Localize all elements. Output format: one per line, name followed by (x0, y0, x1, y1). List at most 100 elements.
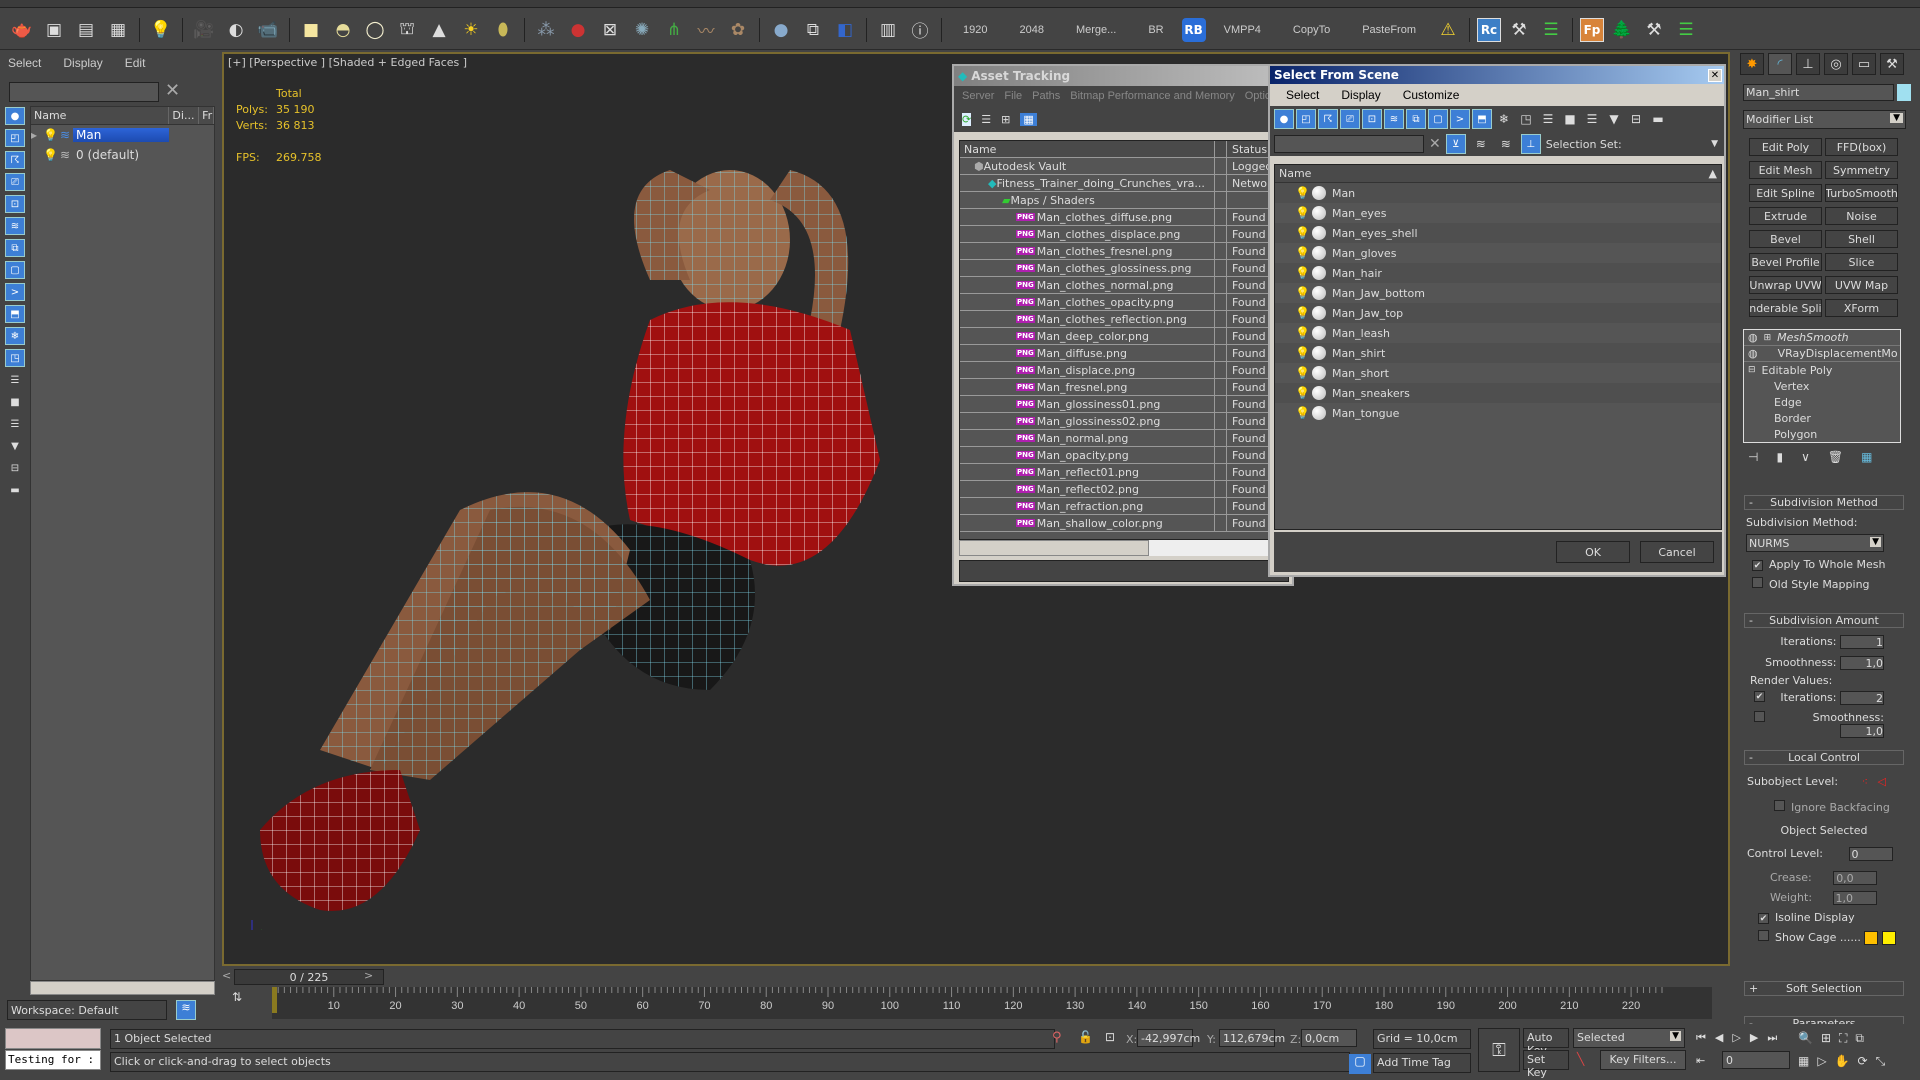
stack-item[interactable]: ⊟ Editable Poly (1744, 362, 1900, 378)
list-icon[interactable]: ☰ (1537, 16, 1565, 44)
containers-filter-icon[interactable]: ⬒ (5, 305, 25, 323)
rollout-header[interactable]: - Subdivision Method (1744, 495, 1904, 510)
bulb-icon[interactable]: 💡 (1295, 366, 1310, 380)
modifier-button[interactable]: Unwrap UVW (1749, 276, 1822, 294)
light-lister-icon[interactable]: 💡 (147, 16, 175, 44)
hidden-filter-icon[interactable]: ◳ (1516, 109, 1536, 129)
modifier-button[interactable]: Bevel Profile (1749, 253, 1822, 271)
z-coordinate-field[interactable]: 0,0cm (1301, 1029, 1357, 1047)
menu-options[interactable]: Optic (1245, 90, 1271, 102)
object-row[interactable]: 💡 Man_short (1275, 363, 1721, 383)
modifier-button[interactable]: Edit Mesh (1749, 161, 1822, 179)
object-row[interactable]: 💡 Man_Jaw_top (1275, 303, 1721, 323)
rollout-header[interactable]: - Subdivision Amount (1744, 613, 1904, 628)
spacewarps-filter-icon[interactable]: ≋ (1384, 109, 1404, 129)
zoom-icon[interactable]: 🔍 (1798, 1031, 1813, 1046)
shapes-filter-icon[interactable]: ◰ (5, 129, 25, 147)
hair-farm-icon[interactable]: 〰 (692, 16, 720, 44)
modifier-button[interactable]: Noise (1825, 207, 1898, 225)
clear-search-icon[interactable]: ✕ (165, 80, 180, 101)
soft-selection-rollout[interactable]: + Soft Selection (1744, 981, 1904, 996)
object-row[interactable]: 💡 Man_hair (1275, 263, 1721, 283)
utilities-tab-icon[interactable]: ⚒ (1880, 53, 1904, 75)
maxscript-listener-output[interactable] (5, 1028, 101, 1049)
invert-selection-icon[interactable]: ☰ (5, 415, 25, 433)
frozen-filter-icon[interactable]: ❄ (1494, 109, 1514, 129)
tools-icon[interactable]: ⚒ (1640, 16, 1668, 44)
material-browser-icon[interactable]: ⧉ (799, 16, 827, 44)
spacewarps-filter-icon[interactable]: ≋ (5, 217, 25, 235)
object-name-field[interactable]: Man_shirt (1743, 84, 1894, 101)
cameras-filter-icon[interactable]: ⎚ (5, 173, 25, 191)
selection-set-dropdown[interactable]: ▼ (1711, 139, 1718, 149)
checkbox[interactable]: ✔ (1758, 913, 1769, 924)
asset-row[interactable]: PNG Man_glossiness01.png Found (960, 396, 1288, 413)
render-iterations-spinner[interactable]: 2 (1840, 691, 1884, 705)
clipper-icon[interactable]: ⊠ (596, 16, 624, 44)
menu-select[interactable]: Select (8, 56, 41, 70)
subobject-vertex[interactable]: Vertex (1744, 378, 1900, 394)
tree-view-icon[interactable]: ⊞ (1001, 113, 1010, 126)
collapse-icon[interactable]: ▬ (5, 481, 25, 499)
modifier-button[interactable]: Slice (1825, 253, 1898, 271)
render-smoothness-checkbox[interactable] (1754, 711, 1765, 722)
forestpack-button[interactable]: Fp (1580, 17, 1604, 42)
filter-options-icon[interactable]: ⊟ (5, 459, 25, 477)
rb-button[interactable]: RB (1181, 17, 1206, 42)
render-settings-icon[interactable]: ▦ (104, 16, 132, 44)
br-button[interactable]: BR (1134, 24, 1177, 36)
containers-filter-icon[interactable]: ⬒ (1472, 109, 1492, 129)
render-setup-icon[interactable]: ▤ (72, 16, 100, 44)
layer-explorer-icon[interactable]: ≋ (176, 1000, 196, 1020)
subobject-edge[interactable]: Edge (1744, 394, 1900, 410)
tools-icon[interactable]: ⚒ (1505, 16, 1533, 44)
find-input[interactable] (1274, 135, 1424, 153)
xrefs-filter-icon[interactable]: ▢ (5, 261, 25, 279)
modifier-button[interactable]: Shell (1825, 230, 1898, 248)
bulb-icon[interactable]: 💡 (1295, 206, 1310, 220)
absolute-mode-icon[interactable]: ⊡ (1105, 1030, 1115, 1044)
character-model[interactable] (230, 130, 950, 930)
maxscript-listener-input[interactable]: Testing for : (5, 1050, 101, 1070)
hierarchy-icon[interactable]: ⊥ (1520, 134, 1541, 154)
asset-row[interactable]: PNG Man_clothes_fresnel.png Found (960, 243, 1288, 260)
dropdown-arrow-icon[interactable]: ▼ (1670, 1031, 1681, 1041)
show-end-result-icon[interactable]: ▮ (1776, 450, 1783, 464)
bulb-icon[interactable]: 💡 (1295, 246, 1310, 260)
object-row[interactable]: 💡 Man_leash (1275, 323, 1721, 343)
bones-filter-icon[interactable]: > (1450, 109, 1470, 129)
asset-horizontal-scrollbar[interactable] (959, 540, 1289, 556)
render-frame-icon[interactable]: ▣ (40, 16, 68, 44)
key-mode-toggle-icon[interactable]: ⇤ (1696, 1054, 1705, 1067)
bulb-icon[interactable]: 💡 (1295, 346, 1310, 360)
checkbox[interactable]: ✔ (1752, 560, 1763, 571)
key-mode-dropdown[interactable]: Selected ▼ (1573, 1028, 1685, 1048)
vertex-level-icon[interactable]: ⁖ (1862, 775, 1868, 788)
display-tab-icon[interactable]: ▭ (1852, 53, 1876, 75)
case-filter-icon[interactable]: ⊻ (1445, 134, 1466, 154)
collapse-icon[interactable]: ⊟ (1748, 365, 1756, 375)
x-coordinate-field[interactable]: -42,997cm (1137, 1029, 1200, 1047)
asset-row[interactable]: PNG Man_clothes_diffuse.png Found (960, 209, 1288, 226)
isoline-display-checkbox[interactable]: ✔ Isoline Display (1758, 911, 1904, 924)
bulb-icon[interactable]: 💡 (1295, 406, 1310, 420)
menu-server[interactable]: Server (962, 90, 994, 102)
stack-item[interactable]: ◍ ⊞ MeshSmooth (1744, 330, 1900, 346)
set-key-button[interactable]: Set Key (1523, 1050, 1569, 1079)
show-cage-checkbox[interactable]: Show Cage ...... (1758, 930, 1904, 945)
edge-level-icon[interactable]: ◁ (1878, 775, 1886, 788)
menu-customize[interactable]: Customize (1403, 88, 1460, 102)
helpers-filter-icon[interactable]: ⊡ (5, 195, 25, 213)
helpers-filter-icon[interactable]: ⊡ (1362, 109, 1382, 129)
menu-display[interactable]: Display (63, 56, 102, 70)
bulb-icon[interactable]: ◍ (1748, 347, 1758, 360)
asset-row[interactable]: PNG Man_shallow_color.png Found (960, 515, 1288, 532)
scene-search-input[interactable] (9, 82, 159, 102)
ornatrix-icon[interactable]: ✿ (724, 16, 752, 44)
filter-options-icon[interactable]: ⊟ (1626, 109, 1646, 129)
close-icon[interactable]: ✕ (1708, 68, 1722, 82)
invert-selection-icon[interactable]: ☰ (1582, 109, 1602, 129)
menu-edit[interactable]: Edit (125, 56, 146, 70)
copyto-button[interactable]: CopyTo (1279, 24, 1344, 36)
fur-icon[interactable]: ✺ (628, 16, 656, 44)
